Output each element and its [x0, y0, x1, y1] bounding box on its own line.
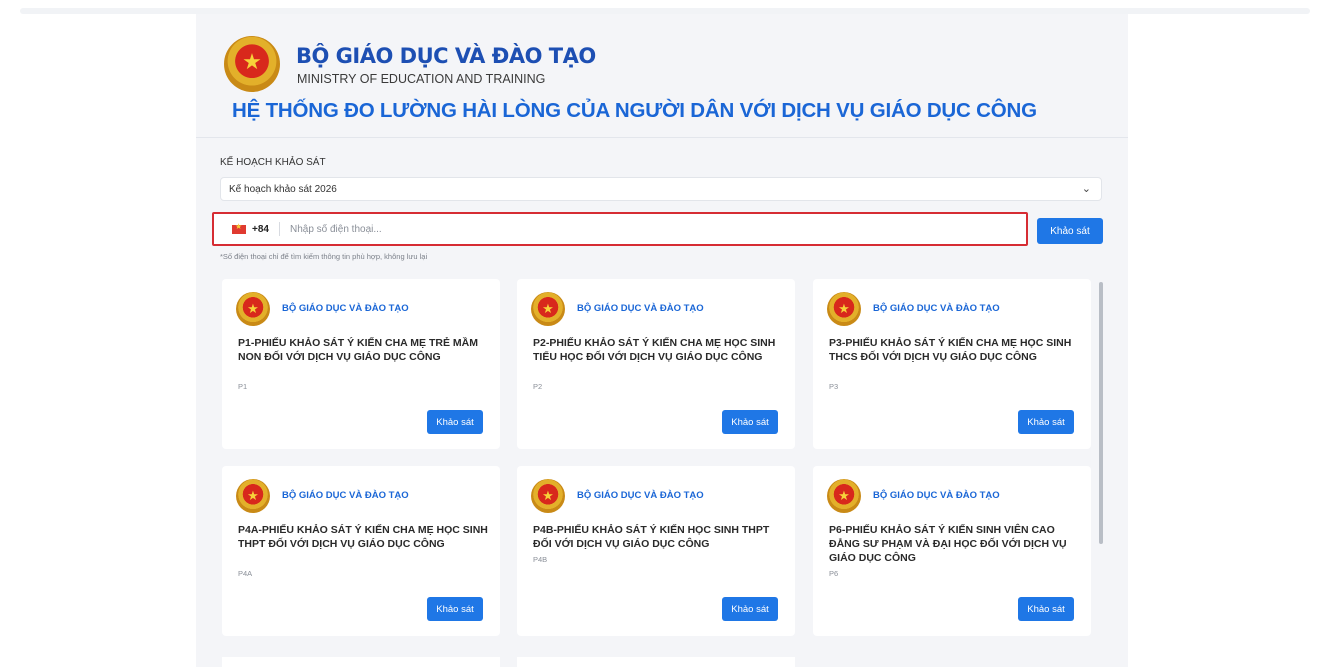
- system-title: HỆ THỐNG ĐO LƯỜNG HÀI LÒNG CỦA NGƯỜI DÂN…: [232, 99, 1037, 122]
- card-title: P3-PHIẾU KHẢO SÁT Ý KIẾN CHA MẸ HỌC SINH…: [829, 337, 1072, 363]
- card-survey-button[interactable]: Khảo sát: [1018, 410, 1074, 434]
- divider: [278, 222, 280, 236]
- card-title: P1-PHIẾU KHẢO SÁT Ý KIẾN CHA MẸ TRẺ MẦM …: [238, 337, 478, 363]
- card-code: P4A: [238, 569, 253, 578]
- phone-field[interactable]: +84: [212, 212, 1028, 246]
- scrollbar[interactable]: [1099, 282, 1103, 544]
- ministry-name-en: MINISTRY OF EDUCATION AND TRAINING: [297, 72, 546, 86]
- card-survey-button[interactable]: Khảo sát: [722, 597, 778, 621]
- card-survey-button[interactable]: Khảo sát: [722, 410, 778, 434]
- card-org: BỘ GIÁO DỤC VÀ ĐÀO TẠO: [282, 303, 409, 314]
- card-code: P6: [829, 569, 839, 578]
- survey-card-partial: [222, 657, 500, 667]
- card-title: P2-PHIẾU KHẢO SÁT Ý KIẾN CHA MẸ HỌC SINH…: [533, 337, 776, 363]
- card-survey-button[interactable]: Khảo sát: [427, 410, 483, 434]
- card-org: BỘ GIÁO DỤC VÀ ĐÀO TẠO: [577, 490, 704, 501]
- national-emblem-icon: ★: [827, 292, 861, 326]
- survey-card: ★ BỘ GIÁO DỤC VÀ ĐÀO TẠO P4B-PHIẾU KHẢO …: [517, 466, 795, 636]
- survey-submit-button[interactable]: Khảo sát: [1037, 218, 1103, 244]
- chevron-down-icon: ⌄: [1081, 183, 1091, 195]
- national-emblem-icon: ★: [236, 479, 270, 513]
- card-code: P4B: [533, 555, 548, 564]
- ministry-name-vn: BỘ GIÁO DỤC VÀ ĐÀO TẠO: [296, 44, 596, 68]
- plan-label: KẾ HOẠCH KHẢO SÁT: [220, 157, 326, 168]
- survey-card: ★ BỘ GIÁO DỤC VÀ ĐÀO TẠO P6-PHIẾU KHẢO S…: [813, 466, 1091, 636]
- national-emblem-icon: ★: [531, 479, 565, 513]
- survey-card: ★ BỘ GIÁO DỤC VÀ ĐÀO TẠO P3-PHIẾU KHẢO S…: [813, 279, 1091, 449]
- dial-code[interactable]: +84: [252, 224, 269, 235]
- card-title: P4B-PHIẾU KHẢO SÁT Ý KIẾN HỌC SINH THPT …: [533, 524, 770, 550]
- card-org: BỘ GIÁO DỤC VÀ ĐÀO TẠO: [577, 303, 704, 314]
- survey-card: ★ BỘ GIÁO DỤC VÀ ĐÀO TẠO P4A-PHIẾU KHẢO …: [222, 466, 500, 636]
- national-emblem-icon: ★: [236, 292, 270, 326]
- national-emblem-icon: ★: [224, 36, 280, 92]
- main-panel: ★ BỘ GIÁO DỤC VÀ ĐÀO TẠO MINISTRY OF EDU…: [196, 14, 1128, 667]
- card-code: P2: [533, 382, 543, 391]
- plan-select[interactable]: Kế hoạch khảo sát 2026 ⌄: [220, 177, 1102, 201]
- card-code: P3: [829, 382, 839, 391]
- vietnam-flag-icon: [232, 222, 246, 234]
- card-org: BỘ GIÁO DỤC VÀ ĐÀO TẠO: [873, 490, 1000, 501]
- survey-card: ★ BỘ GIÁO DỤC VÀ ĐÀO TẠO P1-PHIẾU KHẢO S…: [222, 279, 500, 449]
- card-title: P6-PHIẾU KHẢO SÁT Ý KIẾN SINH VIÊN CAO Đ…: [829, 524, 1067, 564]
- national-emblem-icon: ★: [531, 292, 565, 326]
- card-survey-button[interactable]: Khảo sát: [1018, 597, 1074, 621]
- page-header: ★ BỘ GIÁO DỤC VÀ ĐÀO TẠO MINISTRY OF EDU…: [196, 14, 1128, 138]
- survey-card: ★ BỘ GIÁO DỤC VÀ ĐÀO TẠO P2-PHIẾU KHẢO S…: [517, 279, 795, 449]
- card-org: BỘ GIÁO DỤC VÀ ĐÀO TẠO: [873, 303, 1000, 314]
- phone-hint: *Số điện thoại chỉ để tìm kiếm thông tin…: [220, 252, 428, 261]
- survey-card-partial: [517, 657, 795, 667]
- phone-input[interactable]: [289, 223, 890, 235]
- card-title: P4A-PHIẾU KHẢO SÁT Ý KIẾN CHA MẸ HỌC SIN…: [238, 524, 488, 550]
- card-survey-button[interactable]: Khảo sát: [427, 597, 483, 621]
- card-org: BỘ GIÁO DỤC VÀ ĐÀO TẠO: [282, 490, 409, 501]
- card-code: P1: [238, 382, 248, 391]
- plan-selected-value: Kế hoạch khảo sát 2026: [229, 183, 337, 195]
- national-emblem-icon: ★: [827, 479, 861, 513]
